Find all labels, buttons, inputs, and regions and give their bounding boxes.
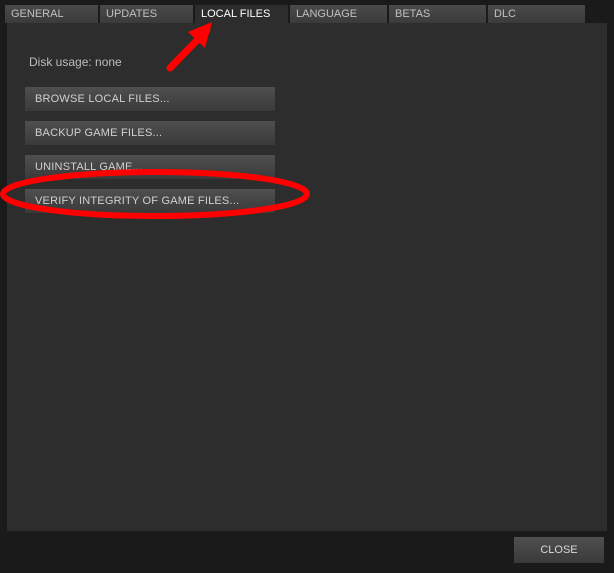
tab-betas[interactable]: BETAS [389, 5, 486, 23]
uninstall-game-button[interactable]: UNINSTALL GAME... [25, 155, 275, 179]
tab-local-files[interactable]: LOCAL FILES [195, 5, 288, 23]
tab-bar: GENERAL UPDATES LOCAL FILES LANGUAGE BET… [0, 0, 614, 23]
tab-updates[interactable]: UPDATES [100, 5, 193, 23]
tab-general[interactable]: GENERAL [5, 5, 98, 23]
close-button[interactable]: CLOSE [514, 537, 604, 563]
local-files-panel: Disk usage: none BROWSE LOCAL FILES... B… [7, 23, 607, 531]
tab-language[interactable]: LANGUAGE [290, 5, 387, 23]
verify-integrity-button[interactable]: VERIFY INTEGRITY OF GAME FILES... [25, 189, 275, 213]
backup-game-files-button[interactable]: BACKUP GAME FILES... [25, 121, 275, 145]
browse-local-files-button[interactable]: BROWSE LOCAL FILES... [25, 87, 275, 111]
tab-dlc[interactable]: DLC [488, 5, 585, 23]
properties-window: GENERAL UPDATES LOCAL FILES LANGUAGE BET… [0, 0, 614, 573]
disk-usage-label: Disk usage: none [29, 55, 589, 69]
